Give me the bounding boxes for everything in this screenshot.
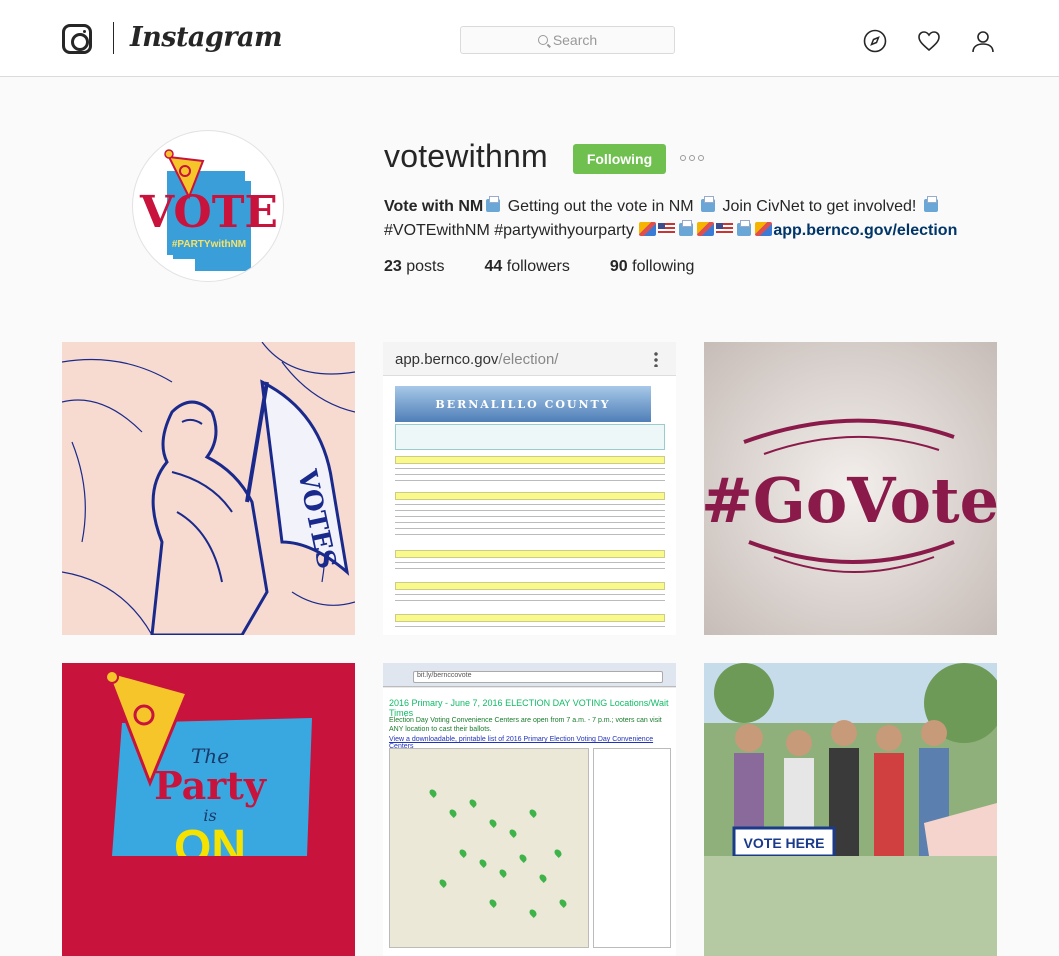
post2-row xyxy=(395,594,665,598)
post2-url-bar: app.bernco.gov/election/ xyxy=(383,342,676,376)
post-tile-4[interactable]: The Party is ON xyxy=(62,663,355,956)
post2-row xyxy=(395,528,665,532)
post2-row xyxy=(395,562,665,566)
post4-line4: ON xyxy=(174,821,246,856)
ballot-box-emoji-icon xyxy=(923,196,938,212)
logo-divider xyxy=(113,22,114,54)
more-options-icon[interactable] xyxy=(680,150,710,166)
profile-avatar[interactable]: VOTE #PARTYwithNM xyxy=(132,130,284,282)
ballot-box-emoji-icon xyxy=(679,220,694,236)
post5-browser-chrome: bit.ly/bernccovote xyxy=(383,663,676,687)
party-popper-emoji-icon xyxy=(639,222,657,236)
post2-url-host: app.bernco.gov xyxy=(395,351,499,368)
post5-notice: Election Day Voting Convenience Centers … xyxy=(389,717,662,733)
us-flag-emoji-icon xyxy=(716,223,734,235)
bio-hashtags: #VOTEwithNM #partywithyourparty xyxy=(384,222,634,239)
post-tile-6[interactable]: VOTE HERE xyxy=(704,663,997,956)
bio-name: Vote with NM xyxy=(384,198,484,215)
us-flag-emoji-icon xyxy=(658,223,676,235)
post5-location-list xyxy=(593,748,671,948)
posts-stat: 23 posts xyxy=(384,258,445,276)
ballot-box-emoji-icon xyxy=(486,196,501,212)
post2-row xyxy=(395,626,665,630)
post6-sign: VOTE HERE xyxy=(744,835,825,851)
post-tile-1[interactable]: VOTES xyxy=(62,342,355,635)
following-stat[interactable]: 90 following xyxy=(610,258,695,276)
post5-map xyxy=(389,748,589,948)
post5-address-bar: bit.ly/bernccovote xyxy=(413,671,663,683)
profile-username: votewithnm xyxy=(384,138,548,174)
posts-label: posts xyxy=(406,258,445,275)
instagram-wordmark[interactable]: Instagram xyxy=(130,22,283,53)
post2-row xyxy=(395,510,665,514)
ballot-box-emoji-icon xyxy=(737,220,752,236)
following-count: 90 xyxy=(609,258,628,275)
post5-page: 2016 Primary - June 7, 2016 ELECTION DAY… xyxy=(383,688,676,956)
profile-bio: Vote with NM Getting out the vote in NM … xyxy=(384,195,984,243)
post2-row xyxy=(395,504,665,508)
post-tile-3[interactable]: #GoVote xyxy=(704,342,997,635)
post3-govote-text: #GoVote xyxy=(704,464,997,537)
post-tile-5[interactable]: bit.ly/bernccovote 2016 Primary - June 7… xyxy=(383,663,676,956)
party-popper-emoji-icon xyxy=(697,222,715,236)
search-icon xyxy=(537,35,548,45)
ballot-box-emoji-icon xyxy=(701,196,716,212)
following-button[interactable]: Following xyxy=(573,144,666,174)
followers-stat[interactable]: 44 followers xyxy=(485,258,570,276)
post2-section-header xyxy=(395,456,665,464)
bio-text-2: Join CivNet to get involved! xyxy=(718,198,921,215)
instagram-camera-icon[interactable] xyxy=(62,24,92,54)
post2-banner: BERNALILLO COUNTY xyxy=(395,386,651,422)
post2-section-header xyxy=(395,550,665,558)
avatar-vote-text: VOTE xyxy=(139,187,278,238)
post2-results-box xyxy=(395,424,665,450)
party-popper-emoji-icon xyxy=(755,222,773,236)
post2-section-header xyxy=(395,614,665,622)
post5-title: 2016 Primary - June 7, 2016 ELECTION DAY… xyxy=(389,698,669,718)
posts-count: 23 xyxy=(384,258,402,275)
avatar-party-tag: #PARTYwithNM xyxy=(172,239,246,250)
user-profile-icon[interactable] xyxy=(971,29,995,53)
following-label: following xyxy=(632,258,695,275)
post2-row xyxy=(395,474,665,478)
post2-row xyxy=(395,522,665,526)
post2-row xyxy=(395,516,665,520)
post2-row xyxy=(395,468,665,472)
post2-row xyxy=(395,534,665,538)
post4-line2: Party xyxy=(154,763,267,808)
post2-banner-title: BERNALILLO COUNTY xyxy=(435,397,611,411)
profile-stats: 23 posts 44 followers 90 following xyxy=(384,258,734,276)
post2-row xyxy=(395,568,665,572)
kebab-menu-icon xyxy=(654,351,658,367)
compass-explore-icon[interactable] xyxy=(863,29,887,53)
followers-count: 44 xyxy=(484,258,503,275)
post-tile-2[interactable]: app.bernco.gov/election/ BERNALILLO COUN… xyxy=(383,342,676,635)
post2-url-path: /election/ xyxy=(498,351,559,368)
post2-row xyxy=(395,600,665,604)
post2-row xyxy=(395,480,665,484)
followers-label: followers xyxy=(506,258,570,275)
post2-section-header xyxy=(395,582,665,590)
post2-section-header xyxy=(395,492,665,500)
top-nav-bar: Instagram Search xyxy=(0,0,1059,77)
search-placeholder: Search xyxy=(552,32,598,48)
bio-link[interactable]: app.bernco.gov/election xyxy=(773,222,957,239)
bio-text-1: Getting out the vote in NM xyxy=(503,198,699,215)
heart-activity-icon[interactable] xyxy=(917,29,941,53)
search-input[interactable]: Search xyxy=(460,26,675,54)
